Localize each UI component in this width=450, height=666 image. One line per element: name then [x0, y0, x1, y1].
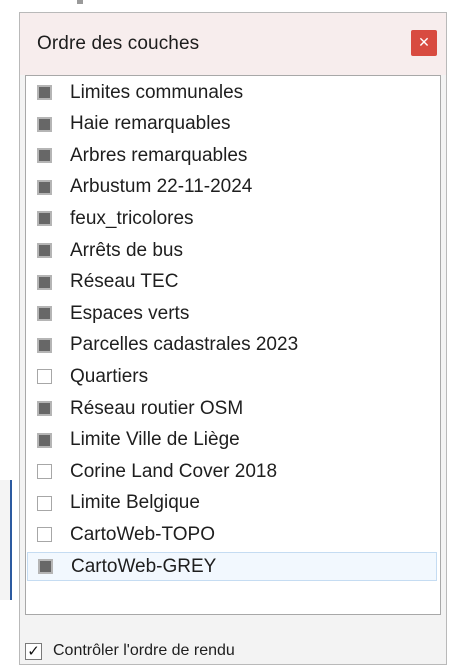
layer-checkbox[interactable]: [37, 306, 52, 322]
layer-checkbox[interactable]: [37, 401, 52, 416]
close-button[interactable]: ✕: [411, 30, 437, 56]
panel-titlebar: Ordre des couches ✕: [20, 13, 446, 75]
layer-item[interactable]: Limite Belgique: [27, 489, 437, 518]
layer-label: Réseau TEC: [70, 271, 179, 293]
render-order-checkbox[interactable]: ✓: [25, 643, 42, 660]
layer-checkbox[interactable]: [37, 85, 52, 100]
layer-item[interactable]: feux_tricolores: [27, 204, 437, 233]
layer-item[interactable]: Réseau TEC: [27, 268, 437, 297]
layer-item[interactable]: Limites communales: [27, 78, 437, 107]
layer-item[interactable]: Parcelles cadastrales 2023: [27, 331, 437, 360]
layer-item[interactable]: Espaces verts: [27, 299, 437, 328]
layer-item[interactable]: Arrêts de bus: [27, 236, 437, 265]
layer-list[interactable]: Limites communales Haie remarquables Arb…: [25, 75, 441, 615]
layer-item[interactable]: Quartiers: [27, 362, 437, 391]
layer-checkbox[interactable]: [37, 116, 52, 132]
background-window-edge: [0, 480, 12, 600]
window-edge-decoration: [77, 0, 83, 4]
layer-order-panel: Ordre des couches ✕ Limites communales H…: [19, 12, 447, 665]
layer-item[interactable]: Arbustum 22-11-2024: [27, 173, 437, 202]
layer-item-selected[interactable]: CartoWeb-GREY: [27, 552, 437, 581]
layer-item[interactable]: Corine Land Cover 2018: [27, 457, 437, 486]
layer-label: Arbres remarquables: [70, 144, 248, 166]
layer-label: Arbustum 22-11-2024: [70, 176, 253, 198]
layer-item[interactable]: Arbres remarquables: [27, 141, 437, 170]
layer-checkbox[interactable]: [37, 369, 52, 385]
panel-footer: ✓ Contrôler l'ordre de rendu: [20, 617, 446, 666]
layer-checkbox[interactable]: [37, 243, 52, 258]
layer-label: Haie remarquables: [70, 113, 231, 135]
layer-item[interactable]: Limite Ville de Liège: [27, 426, 437, 455]
layer-checkbox[interactable]: [37, 179, 52, 195]
layer-checkbox[interactable]: [37, 527, 52, 543]
close-icon: ✕: [418, 35, 430, 51]
layer-label: Espaces verts: [70, 302, 190, 324]
layer-label: Limites communales: [70, 81, 244, 103]
layer-checkbox[interactable]: [37, 432, 52, 448]
layer-label: Arrêts de bus: [70, 239, 183, 261]
panel-title: Ordre des couches: [37, 33, 200, 54]
checkmark-icon: ✓: [27, 642, 40, 660]
layer-label: Limite Ville de Liège: [70, 429, 240, 451]
layer-checkbox[interactable]: [37, 495, 52, 511]
layer-checkbox[interactable]: [37, 464, 52, 480]
layer-label: Corine Land Cover 2018: [70, 460, 278, 482]
layer-checkbox[interactable]: [37, 211, 52, 227]
layer-label: CartoWeb-TOPO: [70, 523, 216, 545]
layer-item[interactable]: Haie remarquables: [27, 110, 437, 139]
layer-label: Quartiers: [70, 365, 149, 387]
layer-checkbox[interactable]: [37, 337, 52, 353]
layer-label: CartoWeb-GREY: [71, 555, 217, 577]
render-order-label: Contrôler l'ordre de rendu: [53, 642, 235, 659]
layer-item[interactable]: Réseau routier OSM: [27, 394, 437, 423]
layer-label: Réseau routier OSM: [70, 397, 244, 419]
layer-checkbox[interactable]: [37, 148, 52, 164]
layer-label: Limite Belgique: [70, 492, 200, 514]
layer-label: Parcelles cadastrales 2023: [70, 334, 299, 356]
layer-checkbox[interactable]: [37, 274, 52, 290]
layer-item[interactable]: CartoWeb-TOPO: [27, 520, 437, 549]
layer-label: feux_tricolores: [70, 207, 194, 229]
layer-checkbox[interactable]: [38, 559, 53, 574]
